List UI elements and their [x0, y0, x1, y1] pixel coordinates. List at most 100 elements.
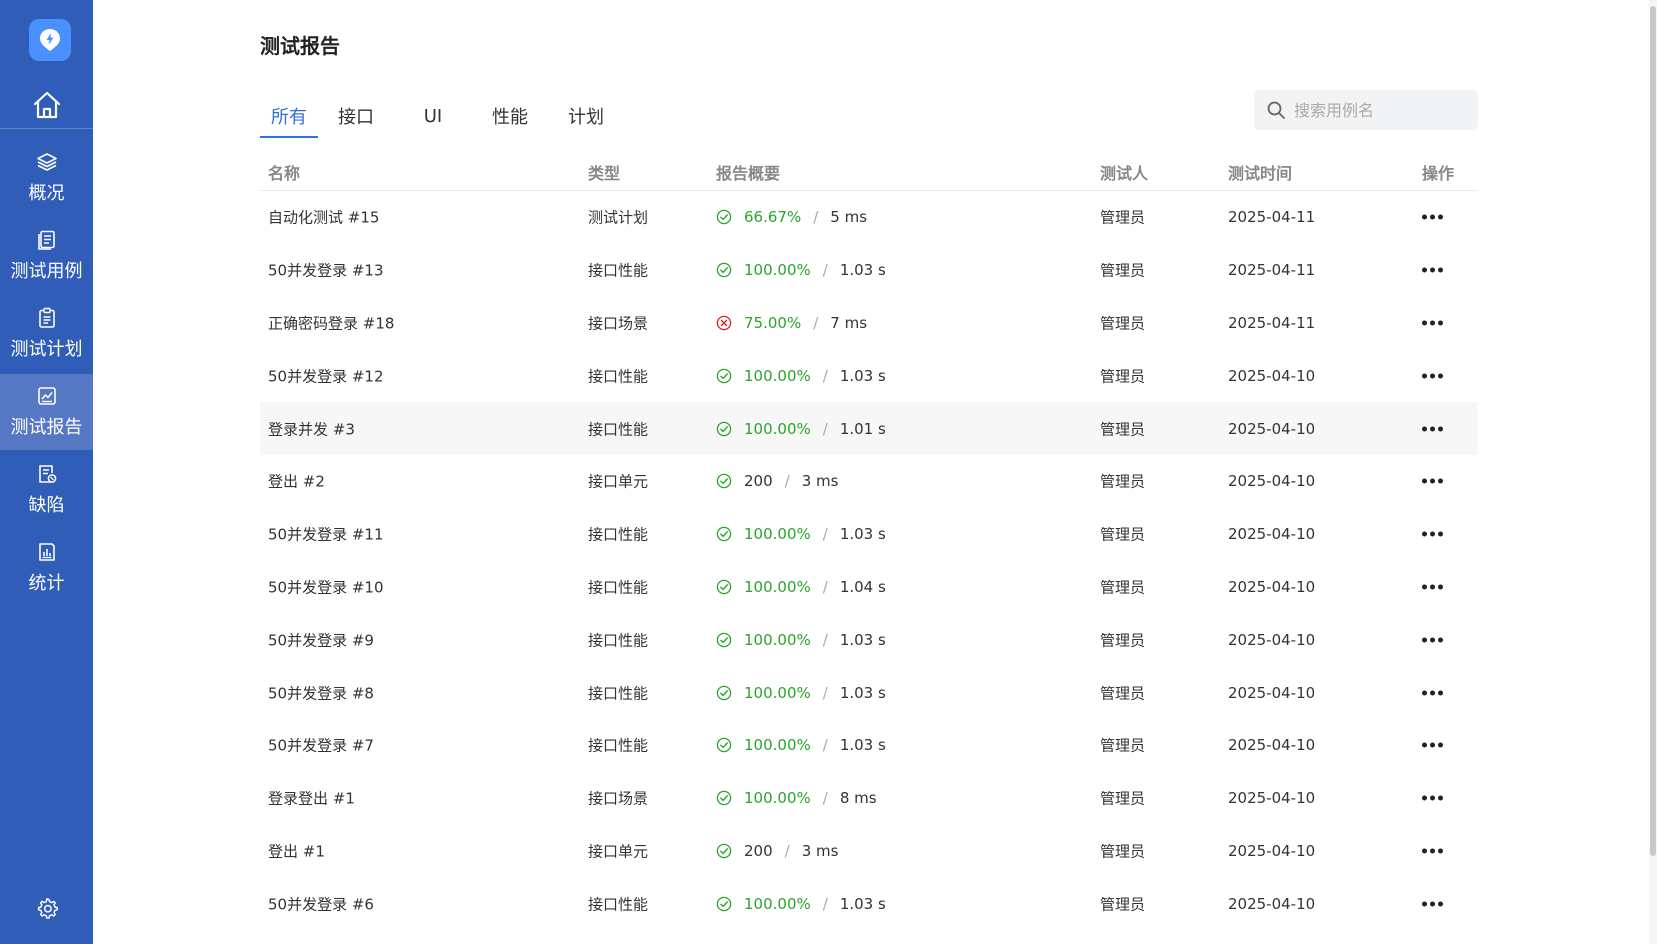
more-actions-icon[interactable]	[1422, 637, 1443, 643]
report-type: 接口场景	[588, 314, 649, 333]
tab-api[interactable]: 接口	[336, 96, 376, 136]
pass-rate: 200	[744, 841, 773, 860]
more-actions-icon[interactable]	[1422, 320, 1443, 326]
tester: 管理员	[1100, 789, 1146, 808]
more-actions-icon[interactable]	[1422, 901, 1443, 907]
sidebar-item-statistics[interactable]: 统计	[0, 530, 93, 606]
separator: /	[822, 577, 828, 596]
more-actions-icon[interactable]	[1422, 478, 1443, 484]
more-actions-icon[interactable]	[1422, 214, 1443, 220]
document-list-icon	[37, 230, 55, 250]
check-circle-icon	[716, 737, 732, 753]
more-actions-icon[interactable]	[1422, 267, 1443, 273]
tester: 管理员	[1100, 842, 1146, 861]
sidebar-item-overview[interactable]: 概况	[0, 140, 93, 216]
table-row[interactable]: 登出 #1 接口单元 200 / 3 ms 管理员 2025-04-10	[260, 825, 1478, 878]
check-circle-icon	[716, 209, 732, 225]
error-icon	[716, 315, 732, 331]
test-time: 2025-04-11	[1228, 313, 1316, 332]
tester: 管理员	[1100, 631, 1146, 650]
more-actions-icon[interactable]	[1422, 848, 1443, 854]
app-logo[interactable]	[29, 19, 71, 61]
report-name[interactable]: 50并发登录 #10	[268, 576, 384, 597]
sidebar-item-label: 测试计划	[10, 339, 83, 360]
table-row[interactable]: 登录并发 #3 接口性能 100.00% / 1.01 s 管理员 2025-04-10	[260, 402, 1478, 455]
more-actions-icon[interactable]	[1422, 742, 1443, 748]
report-summary: 200 / 3 ms	[716, 472, 838, 490]
tester: 管理员	[1100, 578, 1146, 597]
more-actions-icon[interactable]	[1422, 531, 1443, 537]
report-name[interactable]: 登出 #1	[268, 840, 325, 861]
table-row[interactable]: 50并发登录 #13 接口性能 100.00% / 1.03 s 管理员 2025-04-1…	[260, 244, 1478, 297]
check-circle-icon	[716, 473, 732, 489]
separator: /	[822, 525, 828, 544]
more-actions-icon[interactable]	[1422, 426, 1443, 432]
report-name[interactable]: 50并发登录 #7	[268, 735, 374, 756]
report-name[interactable]: 50并发登录 #11	[268, 524, 384, 545]
duration: 5 ms	[830, 208, 868, 227]
report-name[interactable]: 50并发登录 #6	[268, 893, 374, 914]
tester: 管理员	[1100, 895, 1146, 914]
report-chart-icon	[37, 387, 56, 405]
report-name[interactable]: 50并发登录 #12	[268, 365, 384, 386]
table-row[interactable]: 正确密码登录 #18 接口场景 75.00% / 7 ms 管理员 2025-04-11	[260, 297, 1478, 350]
table-row[interactable]: 自动化测试 #15 测试计划 66.67% / 5 ms 管理员 2025-04-11	[260, 191, 1478, 244]
tab-plan[interactable]: 计划	[566, 96, 606, 136]
separator: /	[784, 472, 790, 491]
report-name[interactable]: 50并发登录 #8	[268, 682, 374, 703]
sidebar-item-label: 测试用例	[10, 261, 83, 282]
report-name[interactable]: 自动化测试 #15	[268, 207, 379, 228]
test-time: 2025-04-10	[1228, 577, 1316, 596]
tester: 管理员	[1100, 208, 1146, 227]
table-row[interactable]: 50并发登录 #8 接口性能 100.00% / 1.03 s 管理员 2025-04-10	[260, 666, 1478, 719]
scrollbar-thumb[interactable]	[1650, 6, 1656, 856]
sidebar-item-test-cases[interactable]: 测试用例	[0, 218, 93, 294]
report-name[interactable]: 正确密码登录 #18	[268, 312, 394, 333]
sidebar-item-defects[interactable]: 缺陷	[0, 452, 93, 528]
tab-performance[interactable]: 性能	[490, 96, 530, 136]
check-circle-icon	[716, 421, 732, 437]
more-actions-icon[interactable]	[1422, 795, 1443, 801]
duration: 1.03 s	[839, 366, 886, 385]
report-name[interactable]: 50并发登录 #13	[268, 260, 384, 281]
tab-ui[interactable]: UI	[418, 96, 448, 136]
report-name[interactable]: 登录并发 #3	[268, 418, 355, 439]
table-row[interactable]: 登出 #2 接口单元 200 / 3 ms 管理员 2025-04-10	[260, 455, 1478, 508]
search-icon	[1267, 101, 1285, 119]
gear-icon	[37, 898, 58, 919]
table-row[interactable]: 50并发登录 #9 接口性能 100.00% / 1.03 s 管理员 2025-04-10	[260, 613, 1478, 666]
separator: /	[822, 366, 828, 385]
table-row[interactable]: 50并发登录 #12 接口性能 100.00% / 1.03 s 管理员 2025-04-1…	[260, 349, 1478, 402]
report-name[interactable]: 登出 #2	[268, 471, 325, 492]
report-type: 接口性能	[588, 578, 649, 597]
report-summary: 100.00% / 8 ms	[716, 789, 877, 807]
table-row[interactable]: 50并发登录 #11 接口性能 100.00% / 1.03 s 管理员 2025-04-1…	[260, 508, 1478, 561]
check-circle-icon	[716, 790, 732, 806]
sidebar-item-test-reports[interactable]: 测试报告	[0, 374, 93, 450]
more-actions-icon[interactable]	[1422, 373, 1443, 379]
pass-rate: 100.00%	[744, 366, 811, 385]
separator: /	[822, 261, 828, 280]
settings-button[interactable]	[0, 892, 93, 924]
more-actions-icon[interactable]	[1422, 584, 1443, 590]
sidebar-item-test-plans[interactable]: 测试计划	[0, 296, 93, 372]
pass-rate: 100.00%	[744, 577, 811, 596]
more-actions-icon[interactable]	[1422, 690, 1443, 696]
tab-all[interactable]: 所有	[260, 96, 318, 138]
search-input[interactable]	[1292, 99, 1466, 121]
home-button[interactable]	[0, 82, 93, 129]
table-row[interactable]: 50并发登录 #10 接口性能 100.00% / 1.04 s 管理员 2025-04-1…	[260, 561, 1478, 614]
scrollbar[interactable]	[1649, 0, 1657, 944]
report-name[interactable]: 登录登出 #1	[268, 788, 355, 809]
duration: 1.03 s	[839, 261, 886, 280]
test-time: 2025-04-10	[1228, 366, 1316, 385]
check-circle-icon	[716, 896, 732, 912]
report-type: 接口性能	[588, 261, 649, 280]
table-row[interactable]: 登录登出 #1 接口场景 100.00% / 8 ms 管理员 2025-04-10	[260, 772, 1478, 825]
separator: /	[813, 313, 819, 332]
table-row[interactable]: 50并发登录 #6 接口性能 100.00% / 1.03 s 管理员 2025-04-10	[260, 877, 1478, 930]
report-name[interactable]: 50并发登录 #9	[268, 629, 374, 650]
clipboard-icon	[38, 307, 55, 328]
table-row[interactable]: 50并发登录 #7 接口性能 100.00% / 1.03 s 管理员 2025-04-10	[260, 719, 1478, 772]
report-type: 测试计划	[588, 208, 649, 227]
